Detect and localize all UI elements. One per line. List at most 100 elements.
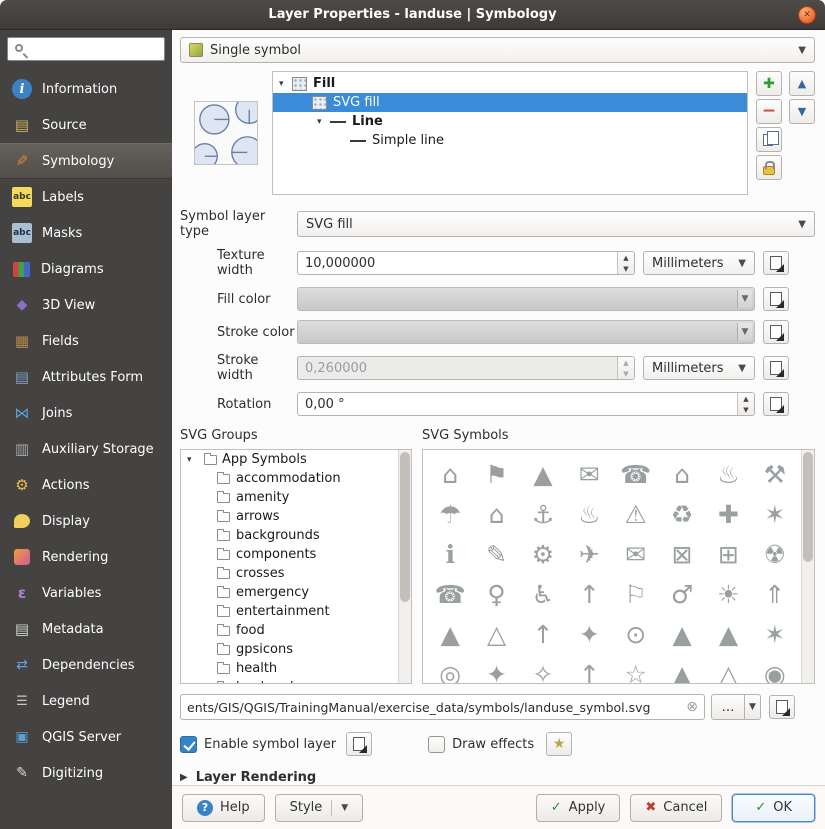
vertical-scrollbar[interactable] [801, 450, 814, 683]
svg-symbol-item[interactable]: ✎ [473, 534, 519, 574]
svg-symbol-item[interactable]: ↑ [520, 614, 566, 654]
move-layer-down-button[interactable]: ▼ [789, 99, 815, 124]
expand-arrow-icon[interactable]: ▾ [279, 79, 292, 89]
svg-symbol-item[interactable]: ⊙ [613, 614, 659, 654]
svg-symbol-item[interactable]: ◉ [752, 654, 798, 684]
svg-symbol-item[interactable]: ✦ [566, 614, 612, 654]
add-symbol-layer-button[interactable]: ✚ [756, 71, 782, 96]
svg-symbol-item[interactable]: ☀ [705, 574, 751, 614]
svg-group-app-symbols[interactable]: ▾ App Symbols [181, 450, 411, 469]
svg-group-item[interactable]: food [181, 621, 411, 640]
fill-color-button[interactable]: ▼ [297, 287, 755, 311]
chevron-down-icon[interactable]: ▼ [737, 290, 752, 308]
svg-symbol-item[interactable]: ✉ [566, 454, 612, 494]
fill-color-data-defined-button[interactable] [763, 287, 789, 311]
tree-row-simple-line[interactable]: Simple line [273, 131, 747, 150]
spin-buttons[interactable]: ▲▼ [617, 252, 634, 274]
sidebar-item-auxiliary-storage[interactable]: ▥ Auxiliary Storage [0, 431, 172, 467]
sidebar-item-dependencies[interactable]: ⇄ Dependencies [0, 647, 172, 683]
svg-group-item[interactable]: health [181, 659, 411, 678]
expand-arrow-icon[interactable]: ▾ [317, 117, 330, 127]
svg-symbol-item[interactable]: ✶ [752, 494, 798, 534]
help-button[interactable]: ? Help [182, 794, 265, 822]
svg-symbol-item[interactable]: ↑ [566, 574, 612, 614]
svg-symbol-item[interactable]: ☎ [613, 454, 659, 494]
svg-symbol-item[interactable]: ▲ [705, 614, 751, 654]
close-button[interactable]: ✕ [798, 6, 816, 24]
sidebar-item-qgis-server[interactable]: ▣ QGIS Server [0, 719, 172, 755]
spin-buttons[interactable]: ▲▼ [737, 393, 754, 415]
tree-row-line[interactable]: ▾ Line [273, 112, 747, 131]
browse-dropdown-button[interactable]: ▼ [745, 694, 761, 720]
svg-group-item[interactable]: arrows [181, 507, 411, 526]
svg-symbol-item[interactable]: ▲ [427, 614, 473, 654]
sidebar-search-input[interactable] [7, 37, 165, 61]
svg-symbol-item[interactable]: ⌂ [473, 494, 519, 534]
sidebar-item-actions[interactable]: ⚙ Actions [0, 467, 172, 503]
sidebar-item-labels[interactable]: abc Labels [0, 179, 172, 215]
style-button[interactable]: Style ▼ [275, 794, 364, 822]
svg-group-item[interactable]: landmark [181, 678, 411, 684]
svg-symbol-item[interactable]: ↑ [566, 654, 612, 684]
chevron-down-icon[interactable]: ▼ [737, 323, 752, 341]
svg-group-item[interactable]: accommodation [181, 469, 411, 488]
duplicate-symbol-layer-button[interactable] [756, 127, 782, 152]
svg-symbol-item[interactable]: ⚐ [613, 574, 659, 614]
svg-symbol-item[interactable]: ▲ [659, 654, 705, 684]
svg-symbol-item[interactable]: ⚒ [752, 454, 798, 494]
svg-group-item[interactable]: amenity [181, 488, 411, 507]
draw-effects-checkbox[interactable] [428, 736, 445, 753]
lock-colors-button[interactable] [756, 155, 782, 180]
sidebar-item-metadata[interactable]: ▤ Metadata [0, 611, 172, 647]
svg-symbol-item[interactable]: △ [473, 614, 519, 654]
scrollbar-thumb[interactable] [803, 452, 813, 562]
svg-symbol-item[interactable]: ☢ [752, 534, 798, 574]
svg-symbol-item[interactable]: ✚ [705, 494, 751, 534]
sidebar-item-symbology[interactable]: ✎ Symbology [0, 143, 172, 179]
sidebar-item-rendering[interactable]: Rendering [0, 539, 172, 575]
svg-group-item[interactable]: emergency [181, 583, 411, 602]
svg-symbol-item[interactable]: ⌂ [427, 454, 473, 494]
svg-group-item[interactable]: backgrounds [181, 526, 411, 545]
svg-symbol-item[interactable]: ✈ [566, 534, 612, 574]
layer-rendering-group[interactable]: ▶ Layer Rendering [180, 770, 815, 785]
svg-symbol-item[interactable]: ▲ [520, 454, 566, 494]
svg-symbol-item[interactable]: ☎ [427, 574, 473, 614]
svg-symbol-item[interactable]: ☂ [427, 494, 473, 534]
svg-symbol-item[interactable]: ⌂ [659, 454, 705, 494]
svg-symbol-item[interactable]: ♿ [520, 574, 566, 614]
remove-symbol-layer-button[interactable]: − [756, 99, 782, 124]
svg-symbol-item[interactable]: ☆ [613, 654, 659, 684]
sidebar-item-diagrams[interactable]: Diagrams [0, 251, 172, 287]
collapsed-arrow-icon[interactable]: ▶ [180, 772, 188, 783]
tree-row-svg-fill[interactable]: SVG fill [273, 93, 747, 112]
svg-symbol-item[interactable]: ✶ [752, 614, 798, 654]
svg-group-item[interactable]: crosses [181, 564, 411, 583]
svg-symbol-item[interactable]: ✉ [613, 534, 659, 574]
svg-symbol-item[interactable]: ♀ [473, 574, 519, 614]
svg-symbol-item[interactable]: △ [705, 654, 751, 684]
sidebar-item-joins[interactable]: ⋈ Joins [0, 395, 172, 431]
stroke-width-unit-combobox[interactable]: Millimeters ▼ [643, 356, 755, 380]
svg-symbol-item[interactable]: ℹ [427, 534, 473, 574]
customize-effects-button[interactable]: ★ [546, 732, 572, 756]
svg-symbol-item[interactable]: ⚙ [520, 534, 566, 574]
svg-group-item[interactable]: components [181, 545, 411, 564]
browse-button[interactable]: … [711, 694, 745, 720]
svg-symbol-item[interactable]: ♂ [659, 574, 705, 614]
svg-symbol-item[interactable]: ⊠ [659, 534, 705, 574]
svg-symbol-item[interactable]: ✦ [473, 654, 519, 684]
renderer-combobox[interactable]: Single symbol ▼ [180, 37, 815, 63]
svg-symbol-item[interactable]: ⊞ [705, 534, 751, 574]
enable-layer-data-defined-button[interactable] [346, 732, 372, 756]
stroke-color-data-defined-button[interactable] [763, 320, 789, 344]
stroke-width-data-defined-button[interactable] [763, 356, 789, 380]
sidebar-item-variables[interactable]: ε Variables [0, 575, 172, 611]
svg-symbol-item[interactable]: ⇑ [752, 574, 798, 614]
texture-width-data-defined-button[interactable] [763, 251, 789, 275]
svg-group-item[interactable]: entertainment [181, 602, 411, 621]
texture-width-unit-combobox[interactable]: Millimeters ▼ [643, 251, 755, 275]
vertical-scrollbar[interactable] [398, 450, 411, 683]
svg-path-input[interactable]: ents/GIS/QGIS/TrainingManual/exercise_da… [180, 694, 705, 720]
sidebar-item-masks[interactable]: abc Masks [0, 215, 172, 251]
